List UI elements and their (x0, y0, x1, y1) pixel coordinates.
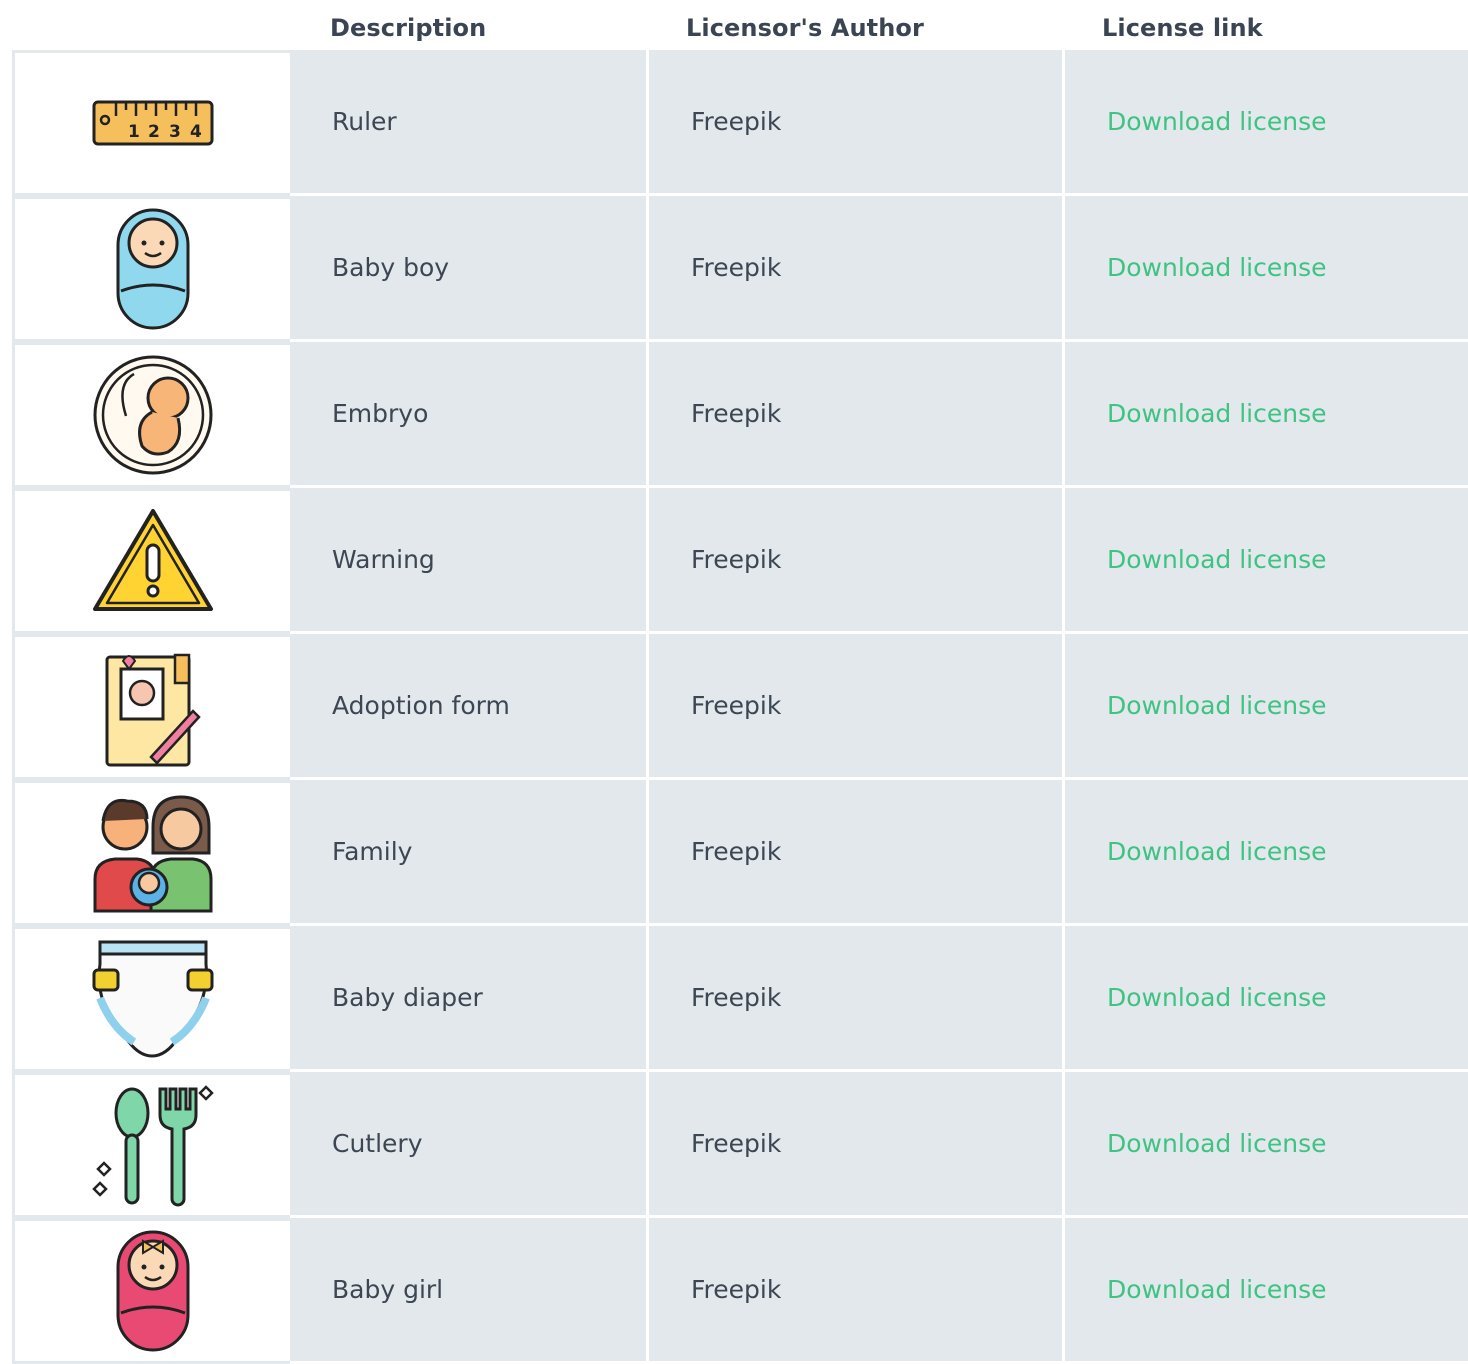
table-row: 1 2 3 4 Ruler Freepik Download license (12, 50, 1468, 196)
cell-author: Freepik (649, 634, 1062, 777)
table-row: Adoption form Freepik Download license (12, 634, 1468, 780)
family-icon (93, 795, 212, 913)
download-license-link[interactable]: Download license (1107, 691, 1326, 720)
baby-girl-icon (116, 1230, 189, 1352)
baby-boy-icon (116, 208, 189, 330)
cell-description: Embryo (290, 342, 646, 485)
header-author: Licensor's Author (686, 14, 924, 42)
table-row: Embryo Freepik Download license (12, 342, 1468, 488)
table-row: Baby boy Freepik Download license (12, 196, 1468, 342)
ruler-icon: 1 2 3 4 (92, 100, 213, 146)
svg-text:4: 4 (190, 122, 202, 142)
cell-author: Freepik (649, 780, 1062, 923)
table-row: Baby diaper Freepik Download license (12, 926, 1468, 1072)
download-license-link[interactable]: Download license (1107, 107, 1326, 136)
cell-description: Warning (290, 488, 646, 631)
cell-description: Ruler (290, 50, 646, 193)
cutlery-icon (91, 1085, 214, 1207)
cell-description: Baby boy (290, 196, 646, 339)
table-row: Cutlery Freepik Download license (12, 1072, 1468, 1218)
cell-author: Freepik (649, 1218, 1062, 1361)
license-table: 1 2 3 4 Ruler Freepik Download license B… (12, 50, 1468, 1364)
download-license-link[interactable]: Download license (1107, 983, 1326, 1012)
baby-diaper-icon (92, 940, 213, 1058)
table-row: Warning Freepik Download license (12, 488, 1468, 634)
download-license-link[interactable]: Download license (1107, 1275, 1326, 1304)
svg-text:3: 3 (169, 122, 181, 142)
svg-text:2: 2 (148, 122, 160, 142)
download-license-link[interactable]: Download license (1107, 399, 1326, 428)
header-license-link: License link (1102, 14, 1263, 42)
cell-description: Baby diaper (290, 926, 646, 1069)
table-row: Baby girl Freepik Download license (12, 1218, 1468, 1364)
cell-description: Family (290, 780, 646, 923)
embryo-icon (93, 355, 212, 475)
cell-author: Freepik (649, 342, 1062, 485)
svg-text:1: 1 (128, 122, 140, 142)
cell-description: Baby girl (290, 1218, 646, 1361)
download-license-link[interactable]: Download license (1107, 1129, 1326, 1158)
table-header: Description Licensor's Author License li… (0, 0, 1468, 50)
adoption-form-icon (105, 653, 201, 767)
download-license-link[interactable]: Download license (1107, 545, 1326, 574)
cell-description: Adoption form (290, 634, 646, 777)
download-license-link[interactable]: Download license (1107, 253, 1326, 282)
warning-icon (92, 509, 213, 611)
cell-author: Freepik (649, 926, 1062, 1069)
header-description: Description (330, 14, 487, 42)
cell-author: Freepik (649, 196, 1062, 339)
table-row: Family Freepik Download license (12, 780, 1468, 926)
download-license-link[interactable]: Download license (1107, 837, 1326, 866)
cell-description: Cutlery (290, 1072, 646, 1215)
cell-author: Freepik (649, 50, 1062, 193)
cell-author: Freepik (649, 488, 1062, 631)
cell-author: Freepik (649, 1072, 1062, 1215)
